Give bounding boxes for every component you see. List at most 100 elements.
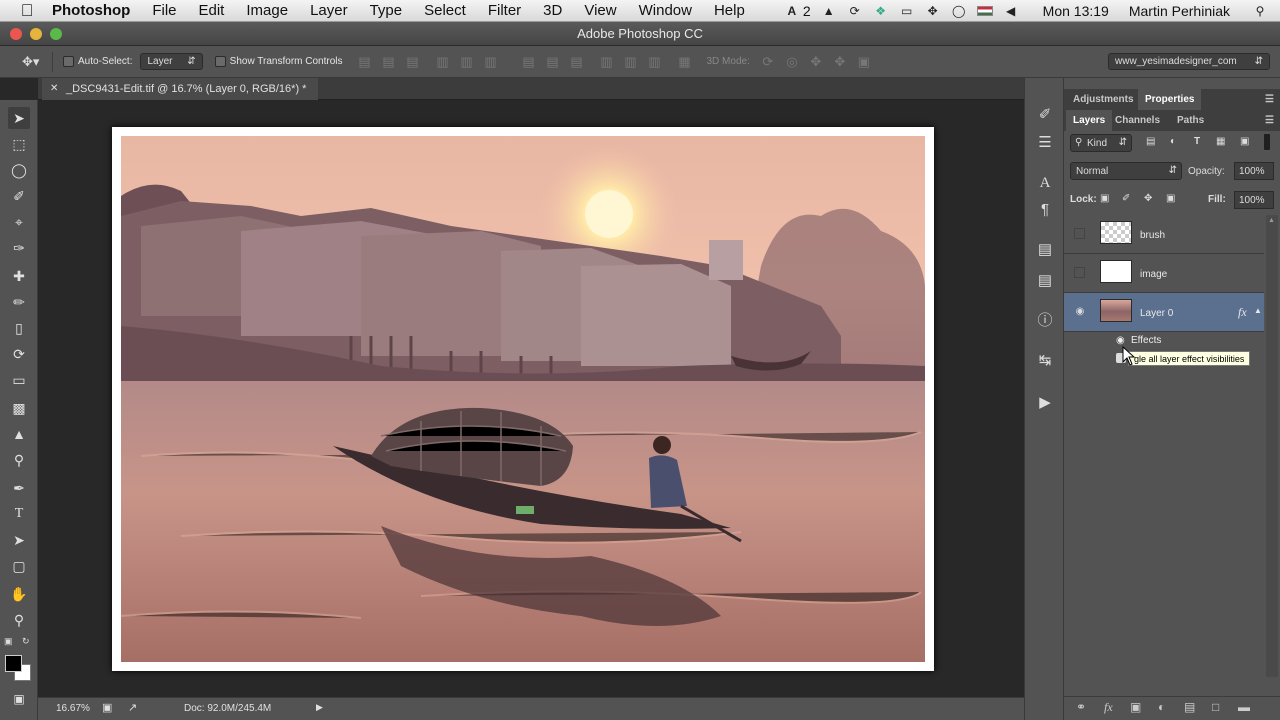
tool-presets-icon[interactable]: ☰ bbox=[1035, 133, 1055, 153]
zoom-tool-icon[interactable]: ⚲ bbox=[8, 609, 30, 631]
effects-eye-icon[interactable]: ◉ bbox=[1116, 335, 1125, 346]
display-icon[interactable]: ▭ bbox=[899, 4, 915, 18]
pen-tool-icon[interactable]: ✒ bbox=[8, 477, 30, 499]
crop-tool-icon[interactable]: ⌖ bbox=[8, 211, 30, 233]
tab-adjustments[interactable]: Adjustments bbox=[1066, 89, 1141, 110]
expand-effects-arrow-icon[interactable]: ▲ bbox=[1254, 306, 1262, 315]
layer-row-layer-0[interactable]: ◉ Layer 0 fx ▲ bbox=[1064, 293, 1264, 332]
type-tool-icon[interactable]: T bbox=[8, 503, 30, 525]
layer-comps-icon[interactable]: ▤ bbox=[1035, 240, 1055, 260]
distribute-left-icon[interactable]: ▥ bbox=[599, 54, 615, 70]
tab-paths[interactable]: Paths bbox=[1170, 110, 1211, 131]
layers-scrollbar[interactable]: ▲ bbox=[1266, 215, 1278, 677]
layer-name[interactable]: Layer 0 bbox=[1140, 308, 1173, 319]
3d-orbit-icon[interactable]: ⟳ bbox=[760, 54, 776, 70]
new-group-icon[interactable]: ▤ bbox=[1184, 700, 1195, 714]
align-top-icon[interactable]: ▤ bbox=[357, 54, 373, 70]
eraser-tool-icon[interactable]: ▭ bbox=[8, 369, 30, 391]
delete-layer-icon[interactable]: ▬ bbox=[1238, 700, 1250, 714]
history-brush-tool-icon[interactable]: ⟳ bbox=[8, 343, 30, 365]
document-canvas[interactable] bbox=[112, 127, 934, 671]
creative-cloud-icon[interactable]: ▲ bbox=[821, 4, 837, 18]
add-layer-style-icon[interactable]: fx bbox=[1104, 700, 1113, 715]
effects-row[interactable]: ◉ Effects bbox=[1064, 332, 1264, 350]
layer-effects-fx-icon[interactable]: fx bbox=[1238, 305, 1247, 320]
move-tool-icon[interactable]: ➤ bbox=[8, 107, 30, 129]
tab-properties[interactable]: Properties bbox=[1138, 89, 1202, 110]
close-document-icon[interactable]: ✕ bbox=[50, 78, 58, 100]
layer-row-brush[interactable]: brush bbox=[1064, 215, 1264, 254]
align-left-icon[interactable]: ▥ bbox=[435, 54, 451, 70]
workspace-dropdown[interactable]: www_yesimadesigner_com ⇵ bbox=[1108, 53, 1270, 70]
filter-type-icon[interactable]: T bbox=[1194, 136, 1200, 147]
scroll-up-arrow-icon[interactable]: ▲ bbox=[1268, 217, 1275, 224]
menu-layer[interactable]: Layer bbox=[299, 2, 359, 19]
info-icon[interactable]: ⓘ bbox=[1035, 311, 1055, 331]
layer-visibility-toggle[interactable] bbox=[1074, 267, 1085, 278]
distribute-top-icon[interactable]: ▤ bbox=[521, 54, 537, 70]
new-adjustment-layer-icon[interactable]: ◐ bbox=[1158, 700, 1165, 714]
lock-image-icon[interactable]: ✐ bbox=[1122, 193, 1130, 204]
paragraph-icon[interactable]: ¶ bbox=[1035, 200, 1055, 220]
menu-type[interactable]: Type bbox=[359, 2, 414, 19]
zoom-window-button[interactable] bbox=[50, 28, 62, 40]
volume-icon[interactable]: ◀ bbox=[1003, 4, 1019, 18]
menu-image[interactable]: Image bbox=[235, 2, 299, 19]
align-bottom-icon[interactable]: ▤ bbox=[405, 54, 421, 70]
filter-kind-dropdown[interactable]: ⚲ Kind ⇵ bbox=[1070, 134, 1132, 152]
3d-pan-icon[interactable]: ✥ bbox=[808, 54, 824, 70]
lasso-tool-icon[interactable]: ◯ bbox=[8, 159, 30, 181]
close-window-button[interactable] bbox=[10, 28, 22, 40]
canvas-area[interactable] bbox=[38, 100, 1024, 697]
menu-file[interactable]: File bbox=[141, 2, 187, 19]
eyedropper-tool-icon[interactable]: ✑ bbox=[8, 237, 30, 259]
eye-icon[interactable]: ◉ bbox=[1074, 307, 1086, 317]
notes-icon[interactable]: ▤ bbox=[1035, 271, 1055, 291]
sync-icon[interactable]: ⟳ bbox=[847, 4, 863, 18]
panel-menu-icon[interactable]: ☰ bbox=[1265, 89, 1274, 110]
marquee-tool-icon[interactable]: ⬚ bbox=[8, 133, 30, 155]
lock-position-icon[interactable]: ✥ bbox=[1144, 193, 1152, 204]
tab-channels[interactable]: Channels bbox=[1108, 110, 1167, 131]
filter-smart-object-icon[interactable]: ▣ bbox=[1240, 136, 1249, 147]
distribute-hcenter-icon[interactable]: ▥ bbox=[623, 54, 639, 70]
menu-app-name[interactable]: Photoshop bbox=[48, 2, 141, 19]
user-name[interactable]: Martin Perhiniak bbox=[1129, 3, 1230, 19]
apple-menu-icon[interactable]:  bbox=[18, 1, 36, 20]
quick-selection-tool-icon[interactable]: ✐ bbox=[8, 185, 30, 207]
layer-row-image[interactable]: image bbox=[1064, 254, 1264, 293]
distribute-vcenter-icon[interactable]: ▤ bbox=[545, 54, 561, 70]
align-vcenter-icon[interactable]: ▤ bbox=[381, 54, 397, 70]
auto-select-dropdown[interactable]: Layer ⇵ bbox=[140, 53, 203, 70]
spotlight-search-icon[interactable]: ⚲ bbox=[1252, 4, 1268, 18]
flag-hungary-icon[interactable] bbox=[976, 5, 993, 16]
rectangle-tool-icon[interactable]: ▢ bbox=[8, 555, 30, 577]
distribute-bottom-icon[interactable]: ▤ bbox=[569, 54, 585, 70]
menu-edit[interactable]: Edit bbox=[188, 2, 236, 19]
quick-mask-icon[interactable]: ▣ bbox=[8, 688, 30, 710]
3d-slide-icon[interactable]: ✥ bbox=[832, 54, 848, 70]
align-right-icon[interactable]: ▥ bbox=[483, 54, 499, 70]
link-layers-icon[interactable]: ⚭ bbox=[1076, 700, 1086, 714]
menu-select[interactable]: Select bbox=[413, 2, 477, 19]
align-hcenter-icon[interactable]: ▥ bbox=[459, 54, 475, 70]
character-icon[interactable]: A bbox=[1035, 173, 1055, 193]
foreground-color-swatch[interactable] bbox=[5, 655, 22, 672]
layer-name[interactable]: image bbox=[1140, 269, 1167, 280]
document-tab[interactable]: ✕ _DSC9431-Edit.tif @ 16.7% (Layer 0, RG… bbox=[42, 78, 319, 100]
menu-window[interactable]: Window bbox=[628, 2, 703, 19]
blur-tool-icon[interactable]: ▲ bbox=[8, 423, 30, 445]
menu-filter[interactable]: Filter bbox=[477, 2, 532, 19]
tab-layers[interactable]: Layers bbox=[1066, 110, 1113, 131]
auto-align-icon[interactable]: ▦ bbox=[677, 54, 693, 70]
export-icon[interactable]: ↗ bbox=[128, 701, 137, 714]
menu-3d[interactable]: 3D bbox=[532, 2, 573, 19]
fill-field[interactable]: 100% bbox=[1234, 191, 1274, 209]
auto-select-checkbox[interactable] bbox=[63, 56, 74, 67]
dodge-tool-icon[interactable]: ⚲ bbox=[8, 449, 30, 471]
show-transform-checkbox[interactable] bbox=[214, 56, 226, 67]
brush-tool-icon[interactable]: ✏ bbox=[8, 291, 30, 313]
actions-play-icon[interactable]: ▶ bbox=[1035, 393, 1055, 413]
clock[interactable]: Mon 13:19 bbox=[1043, 3, 1109, 19]
status-bar-share-icon[interactable]: ▣ bbox=[102, 701, 112, 714]
